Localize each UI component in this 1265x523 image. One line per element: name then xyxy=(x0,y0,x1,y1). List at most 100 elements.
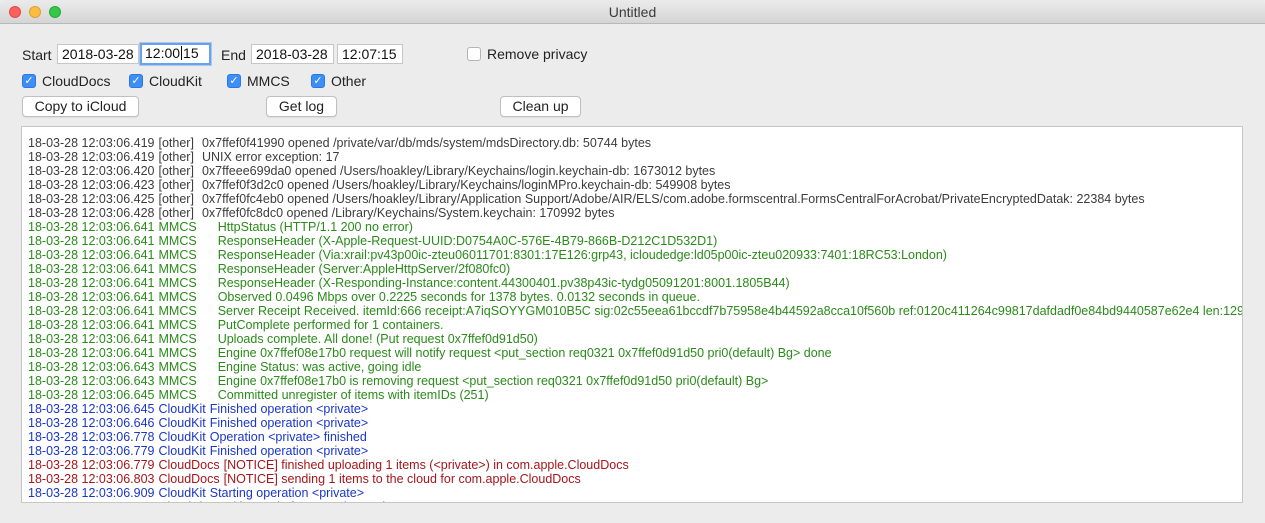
log-source: MMCS xyxy=(158,290,197,304)
log-source: MMCS xyxy=(158,360,197,374)
end-date-field[interactable]: 2018-03-28 xyxy=(251,44,334,64)
clean-up-button[interactable]: Clean up xyxy=(500,96,581,117)
remove-privacy-checkbox[interactable]: Remove privacy xyxy=(467,46,587,62)
log-message: Observed 0.0496 Mbps over 0.2225 seconds… xyxy=(217,290,700,304)
filter-cloudkit-checkbox[interactable]: ✓ CloudKit xyxy=(129,73,202,89)
start-time-field[interactable]: 12:00 15 xyxy=(140,43,211,65)
log-source: CloudKit xyxy=(158,402,206,416)
log-timestamp: 18-03-28 12:03:06.425 xyxy=(28,192,155,206)
log-timestamp: 18-03-28 12:03:06.646 xyxy=(28,416,155,430)
end-time-field[interactable]: 12:07:15 xyxy=(337,44,403,64)
filter-other-checkbox[interactable]: ✓ Other xyxy=(311,73,366,89)
log-line: 18-03-28 12:03:06.643 MMCS Engine Status: … xyxy=(28,360,1242,374)
copy-to-icloud-button[interactable]: Copy to iCloud xyxy=(22,96,139,117)
log-source: MMCS xyxy=(158,220,197,234)
log-message: Finished operation <private> xyxy=(209,416,369,430)
checkmark-icon: ✓ xyxy=(129,74,143,88)
log-message: Committed unregister of items with itemI… xyxy=(217,388,489,402)
log-message: Starting operation <private> xyxy=(209,486,365,500)
log-source: MMCS xyxy=(158,346,197,360)
log-source: [other] xyxy=(158,206,194,220)
log-line: 18-03-28 12:03:06.645 MMCS Committed unreg… xyxy=(28,388,1242,402)
log-source: MMCS xyxy=(158,248,197,262)
log-timestamp: 18-03-28 12:03:06.428 xyxy=(28,206,155,220)
log-timestamp: 18-03-28 12:03:06.641 xyxy=(28,220,155,234)
log-line: 18-03-28 12:03:06.423 [other] 0x7ffef0f3d2… xyxy=(28,178,1242,192)
log-line: 18-03-28 12:03:06.641 MMCS ResponseHeader … xyxy=(28,262,1242,276)
log-timestamp: 18-03-28 12:03:06.641 xyxy=(28,290,155,304)
log-timestamp: 18-03-28 12:03:06.641 xyxy=(28,346,155,360)
start-time-hm: 12:00 xyxy=(145,45,181,61)
log-message: Invoking main for operation <private> xyxy=(210,500,416,502)
start-label: Start xyxy=(22,47,52,63)
log-timestamp: 18-03-28 12:03:06.643 xyxy=(28,374,155,388)
log-timestamp: 18-03-28 12:03:06.778 xyxy=(28,430,155,444)
log-source: MMCS xyxy=(158,388,197,402)
log-message: PutComplete performed for 1 containers. xyxy=(217,318,444,332)
log-line: 18-03-28 12:03:06.641 MMCS PutComplete per… xyxy=(28,318,1242,332)
filter-label: MMCS xyxy=(247,73,290,89)
log-timestamp: 18-03-28 12:03:06.641 xyxy=(28,276,155,290)
log-line: 18-03-28 12:03:06.641 MMCS ResponseHeader … xyxy=(28,276,1242,290)
log-timestamp: 18-03-28 12:03:06.645 xyxy=(28,402,155,416)
log-message: 0x7ffef0fc8dc0 opened /Library/Keychains… xyxy=(201,206,615,220)
log-message: Operation <private> finished xyxy=(209,430,367,444)
log-message: ResponseHeader (Server:AppleHttpServer/2… xyxy=(217,262,511,276)
log-message: ResponseHeader (X-Responding-Instance:co… xyxy=(217,276,790,290)
log-source: MMCS xyxy=(158,318,197,332)
log-line: 18-03-28 12:03:06.646 CloudKit Finished op… xyxy=(28,416,1242,430)
log-line: 18-03-28 12:03:06.641 MMCS Uploads complet… xyxy=(28,332,1242,346)
log-message: Engine 0x7ffef08e17b0 is removing reques… xyxy=(217,374,769,388)
checkmark-icon: ✓ xyxy=(22,74,36,88)
log-line: 18-03-28 12:03:06.641 MMCS HttpStatus (HTT… xyxy=(28,220,1242,234)
log-message: Uploads complete. All done! (Put request… xyxy=(217,332,538,346)
log-view[interactable]: 18-03-28 12:03:06.419 [other] 0x7ffef0f419… xyxy=(21,126,1243,503)
start-time-sec: 15 xyxy=(183,45,199,61)
log-line: 18-03-28 12:03:06.643 MMCS Engine 0x7ffef0… xyxy=(28,374,1242,388)
log-line: 18-03-28 12:03:06.779 CloudDocs [NOTICE] f… xyxy=(28,458,1242,472)
log-timestamp: 18-03-28 12:03:06.779 xyxy=(28,444,155,458)
log-line: 18-03-28 12:03:06.425 [other] 0x7ffef0fc4e… xyxy=(28,192,1242,206)
log-lines: 18-03-28 12:03:06.419 [other] 0x7ffef0f419… xyxy=(28,127,1242,502)
log-message: ResponseHeader (X-Apple-Request-UUID:D07… xyxy=(217,234,718,248)
window-title: Untitled xyxy=(608,4,657,20)
log-source: [other] xyxy=(158,136,194,150)
checkmark-icon: ✓ xyxy=(311,74,325,88)
log-line: 18-03-28 12:03:06.419 [other] UNIX error e… xyxy=(28,150,1242,164)
log-message: HttpStatus (HTTP/1.1 200 no error) xyxy=(217,220,413,234)
log-line: 18-03-28 12:03:06.641 MMCS ResponseHeader … xyxy=(28,248,1242,262)
log-source: MMCS xyxy=(158,234,197,248)
log-source: MMCS xyxy=(158,262,197,276)
filter-label: CloudKit xyxy=(149,73,202,89)
log-source: MMCS xyxy=(158,332,197,346)
filter-mmcs-checkbox[interactable]: ✓ MMCS xyxy=(227,73,290,89)
log-line: 18-03-28 12:03:06.803 CloudDocs [NOTICE] s… xyxy=(28,472,1242,486)
log-line: 18-03-28 12:03:06.641 MMCS Server Receipt … xyxy=(28,304,1242,318)
log-timestamp: 18-03-28 12:03:06.779 xyxy=(28,458,155,472)
log-line: 18-03-28 12:03:06.909 CloudKit Invoking ma… xyxy=(28,500,1242,502)
log-message: UNIX error exception: 17 xyxy=(201,150,340,164)
start-date-field[interactable]: 2018-03-28 xyxy=(57,44,139,64)
log-timestamp: 18-03-28 12:03:06.909 xyxy=(28,500,155,502)
log-timestamp: 18-03-28 12:03:06.419 xyxy=(28,136,155,150)
log-source: MMCS xyxy=(158,374,197,388)
log-line: 18-03-28 12:03:06.778 CloudKit Operation <… xyxy=(28,430,1242,444)
log-timestamp: 18-03-28 12:03:06.909 xyxy=(28,486,155,500)
end-label: End xyxy=(221,47,246,63)
log-line-partial xyxy=(28,127,1242,136)
log-line: 18-03-28 12:03:06.428 [other] 0x7ffef0fc8d… xyxy=(28,206,1242,220)
log-message: 0x7ffef0fc4eb0 opened /Users/hoakley/Lib… xyxy=(201,192,1145,206)
log-message: Finished operation <private> xyxy=(209,402,369,416)
log-line: 18-03-28 12:03:06.909 CloudKit Starting op… xyxy=(28,486,1242,500)
log-timestamp: 18-03-28 12:03:06.419 xyxy=(28,150,155,164)
log-message: ResponseHeader (Via:xrail:pv43p00ic-zteu… xyxy=(217,248,947,262)
log-line: 18-03-28 12:03:06.779 CloudKit Finished op… xyxy=(28,444,1242,458)
log-timestamp: 18-03-28 12:03:06.420 xyxy=(28,164,155,178)
log-timestamp: 18-03-28 12:03:06.641 xyxy=(28,304,155,318)
log-line: 18-03-28 12:03:06.420 [other] 0x7ffeee699d… xyxy=(28,164,1242,178)
log-timestamp: 18-03-28 12:03:06.641 xyxy=(28,332,155,346)
get-log-button[interactable]: Get log xyxy=(266,96,337,117)
log-line: 18-03-28 12:03:06.419 [other] 0x7ffef0f419… xyxy=(28,136,1242,150)
filter-clouddocs-checkbox[interactable]: ✓ CloudDocs xyxy=(22,73,110,89)
log-message: 0x7ffef0f41990 opened /private/var/db/md… xyxy=(201,136,652,150)
